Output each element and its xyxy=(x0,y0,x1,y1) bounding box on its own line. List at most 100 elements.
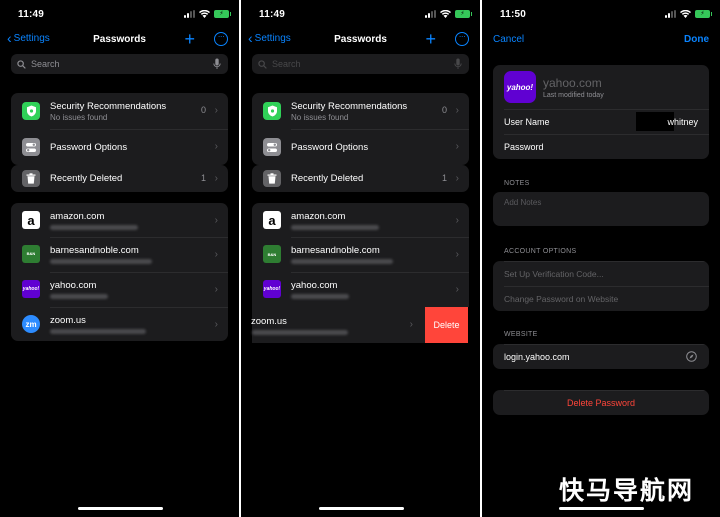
list-item[interactable]: yahoo! yahoo.com › xyxy=(11,272,228,307)
status-time: 11:49 xyxy=(18,9,45,20)
done-button[interactable]: Done xyxy=(684,34,709,45)
chevron-right-icon: › xyxy=(214,319,218,330)
security-subtitle: No issues found xyxy=(291,112,349,122)
recently-deleted-row[interactable]: Recently Deleted 1 › xyxy=(11,165,228,192)
signal-icon xyxy=(425,10,436,18)
password-options-row[interactable]: Password Options › xyxy=(252,129,469,165)
chevron-right-icon: › xyxy=(409,319,413,330)
site-name: barnesandnoble.com xyxy=(291,245,380,256)
settings-group: Security Recommendations No issues found … xyxy=(11,93,228,165)
security-subtitle: No issues found xyxy=(50,112,108,122)
security-count: 0 xyxy=(200,105,206,115)
list-item[interactable]: zm zoom.us › xyxy=(11,307,228,341)
amazon-logo-icon: a xyxy=(263,211,281,229)
chevron-right-icon: › xyxy=(455,141,459,152)
nav-bar: ‹ Settings Passwords + ··· xyxy=(241,29,480,50)
website-header: WEBSITE xyxy=(504,331,538,338)
blurred-username xyxy=(50,328,146,334)
watermark: 快马导航网 xyxy=(558,476,694,505)
recently-deleted-group: Recently Deleted 1 › xyxy=(11,165,228,192)
setup-verification-button[interactable]: Set Up Verification Code... xyxy=(493,261,709,286)
wifi-icon xyxy=(199,10,210,18)
list-item[interactable]: a amazon.com › xyxy=(11,203,228,237)
security-count: 0 xyxy=(441,105,447,115)
list-item[interactable]: a amazon.com › xyxy=(252,203,469,237)
delete-password-button[interactable]: Delete Password xyxy=(493,390,709,415)
chevron-right-icon: › xyxy=(455,105,459,116)
yahoo-logo-icon: yahoo! xyxy=(504,71,536,103)
site-name: yahoo.com xyxy=(50,280,97,291)
add-password-button[interactable]: + xyxy=(425,29,436,50)
home-indicator xyxy=(77,507,163,510)
home-indicator xyxy=(559,507,644,510)
signal-icon xyxy=(665,10,676,18)
blurred-username xyxy=(50,224,138,230)
trash-icon xyxy=(22,170,40,187)
cancel-button[interactable]: Cancel xyxy=(493,34,524,45)
list-item[interactable]: B&N barnesandnoble.com › xyxy=(252,237,469,272)
blurred-username xyxy=(291,294,349,299)
back-button[interactable]: ‹ Settings xyxy=(7,31,50,45)
wifi-icon xyxy=(680,10,691,18)
more-options-button[interactable]: ··· xyxy=(214,32,228,46)
passwords-list: a amazon.com › B&N barnesandnoble.com › … xyxy=(11,203,228,341)
status-icons: ⚡ xyxy=(425,10,472,18)
site-name: yahoo.com xyxy=(291,280,338,291)
status-time: 11:49 xyxy=(259,9,286,20)
zoom-logo-icon: zm xyxy=(22,315,40,333)
toggle-icon xyxy=(22,138,40,156)
status-bar: 11:49 ⚡ xyxy=(241,9,480,21)
battery-charging-icon: ⚡ xyxy=(695,10,712,18)
chevron-right-icon: › xyxy=(455,215,459,226)
battery-charging-icon: ⚡ xyxy=(455,10,472,18)
search-icon xyxy=(258,59,267,69)
website-row[interactable]: login.yahoo.com xyxy=(493,344,709,369)
search-field[interactable]: Search xyxy=(11,54,228,74)
password-row[interactable]: Password xyxy=(493,134,709,159)
search-field[interactable]: Search xyxy=(252,54,469,74)
security-recommendations-row[interactable]: Security Recommendations No issues found … xyxy=(252,93,469,129)
wifi-icon xyxy=(440,10,451,18)
back-label: Settings xyxy=(13,33,50,44)
shield-icon xyxy=(22,102,40,120)
add-password-button[interactable]: + xyxy=(184,29,195,50)
password-options-row[interactable]: Password Options › xyxy=(11,129,228,165)
search-placeholder: Search xyxy=(31,59,60,69)
list-item[interactable]: yahoo! yahoo.com › xyxy=(252,272,469,307)
microphone-icon[interactable] xyxy=(454,58,462,70)
search-placeholder: Search xyxy=(272,59,301,69)
change-password-button[interactable]: Change Password on Website xyxy=(493,286,709,311)
signal-icon xyxy=(184,10,195,18)
status-bar: 11:49 ⚡ xyxy=(0,9,239,21)
settings-group: Security Recommendations No issues found … xyxy=(252,93,469,165)
security-title: Security Recommendations xyxy=(50,100,167,112)
status-icons: ⚡ xyxy=(665,10,712,18)
compass-icon[interactable] xyxy=(686,351,697,362)
delete-button[interactable]: Delete xyxy=(425,307,468,343)
toggle-icon xyxy=(263,138,281,156)
security-title: Security Recommendations xyxy=(291,100,408,112)
notes-field[interactable]: Add Notes xyxy=(493,192,709,226)
account-card: yahoo! yahoo.com Last modified today Use… xyxy=(493,65,709,159)
back-label: Settings xyxy=(254,33,291,44)
site-name: zoom.us xyxy=(251,315,287,327)
security-recommendations-row[interactable]: Security Recommendations No issues found … xyxy=(11,93,228,129)
recently-deleted-label: Recently Deleted xyxy=(291,173,364,184)
chevron-left-icon: ‹ xyxy=(248,29,253,46)
list-item[interactable]: B&N barnesandnoble.com › xyxy=(11,237,228,272)
site-name: amazon.com xyxy=(50,210,105,222)
back-button[interactable]: ‹ Settings xyxy=(248,29,291,46)
username-row[interactable]: User Name whitney xyxy=(493,109,709,134)
account-options-card: Set Up Verification Code... Change Passw… xyxy=(493,261,709,311)
status-bar: 11:50 ⚡ xyxy=(482,9,720,21)
barnes-noble-logo-icon: B&N xyxy=(22,245,40,263)
recently-deleted-row[interactable]: Recently Deleted 1 › xyxy=(252,165,469,192)
search-icon xyxy=(17,59,26,69)
microphone-icon[interactable] xyxy=(213,58,221,70)
chevron-right-icon: › xyxy=(214,249,218,260)
delete-card: Delete Password xyxy=(493,390,709,415)
chevron-right-icon: › xyxy=(455,173,459,184)
swiped-row-content[interactable]: zoom.us › xyxy=(251,307,425,343)
more-options-button[interactable]: ··· xyxy=(455,32,469,46)
recently-deleted-label: Recently Deleted xyxy=(50,173,123,184)
